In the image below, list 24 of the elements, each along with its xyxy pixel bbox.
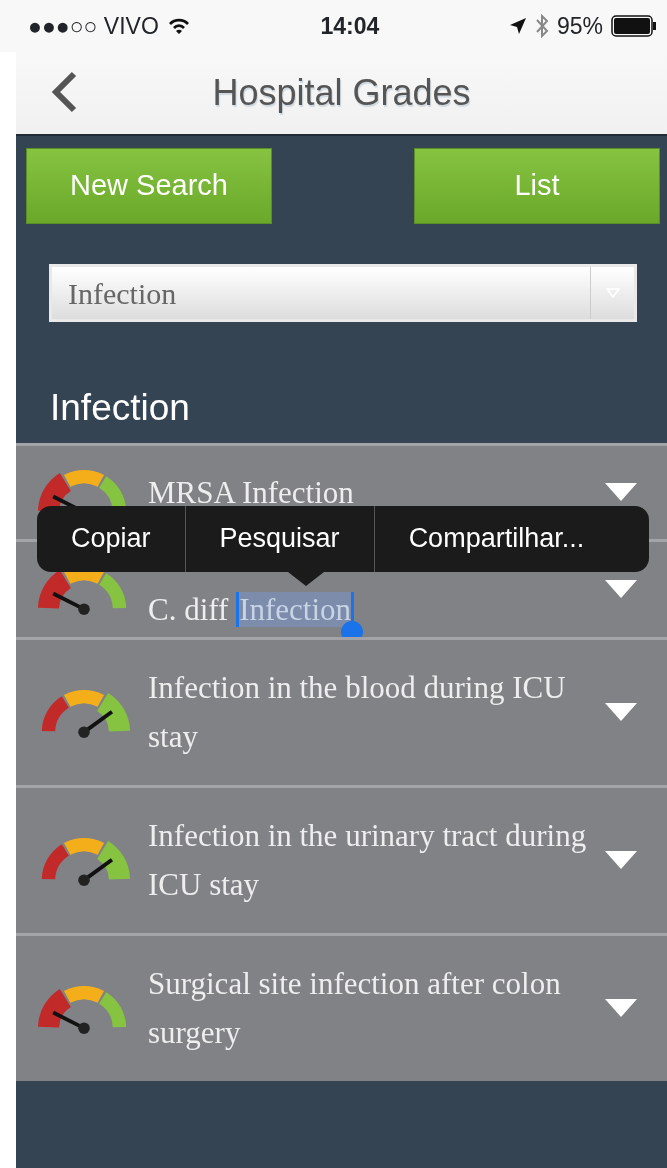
battery-icon (611, 15, 657, 37)
expand-arrow-icon (605, 580, 637, 599)
menu-item[interactable]: Copiar (37, 505, 186, 572)
list-button[interactable]: List (414, 148, 660, 224)
expand-arrow-icon (605, 999, 637, 1018)
list-row[interactable]: Surgical site infection after colon surgery (16, 932, 667, 1081)
menu-item[interactable]: Pesquisar (185, 505, 375, 572)
expand-arrow-icon (605, 703, 637, 722)
location-icon (508, 17, 527, 35)
clock-text: 14:04 (320, 11, 380, 41)
section-heading: Infection (50, 388, 191, 429)
category-dropdown[interactable]: Infection (49, 264, 637, 322)
new-search-button[interactable]: New Search (26, 148, 272, 224)
expand-arrow-icon (605, 483, 637, 502)
bluetooth-icon (534, 14, 549, 38)
row-title: Infection in the urinary tract during ICU stay (148, 817, 588, 905)
list-row[interactable]: Infection in the blood during ICU stay (16, 636, 667, 785)
row-title: Surgical site infection after colon surgery (148, 965, 562, 1053)
expand-arrow-icon (605, 851, 637, 870)
screen-title: Hospital Grades (212, 71, 471, 115)
row-title: Infection in the blood during ICU stay (148, 669, 567, 757)
carrier-text: ●●●○○ VIVO (28, 11, 159, 41)
battery-text: 95% (556, 11, 603, 41)
list-row[interactable]: Infection in the urinary tract during ICU stay (16, 784, 667, 933)
